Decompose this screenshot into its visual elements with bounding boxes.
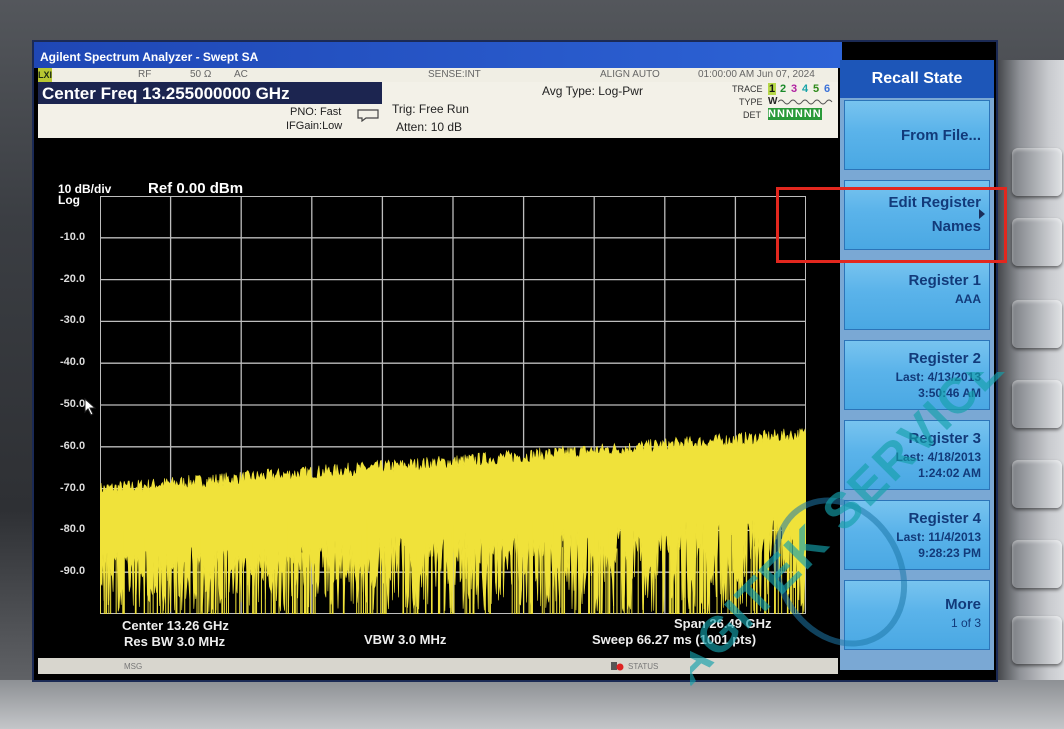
softkey-panel: Recall State From File... Edit Register … (840, 60, 994, 670)
det-value: NNNNNN (768, 108, 822, 120)
sense-label: SENSE:INT (428, 69, 481, 80)
tooltip-icon (357, 109, 379, 122)
pno-label: PNO: Fast (290, 106, 342, 118)
trace-1: 1 (768, 83, 777, 95)
hardware-softkey-4[interactable] (1012, 380, 1062, 428)
trigger-label: Trig: Free Run (392, 102, 469, 116)
window-title: Agilent Spectrum Analyzer - Swept SA (34, 42, 842, 68)
ref-level: Ref 0.00 dBm (148, 180, 244, 197)
highlight-box (776, 187, 1007, 263)
register-date: Last: 4/18/2013 (895, 450, 981, 464)
status-label: STATUS (628, 662, 659, 671)
softkey-register-1[interactable]: Register 1 AAA (844, 260, 990, 330)
spectrum-plot: 10 dB/div Log Ref 0.00 dBm -10.0 -20.0 -30… (38, 138, 838, 660)
register-time: 3:50:46 AM (918, 386, 981, 400)
softkey-more[interactable]: More 1 of 3 (844, 580, 990, 650)
hardware-softkey-2[interactable] (1012, 218, 1062, 266)
center-freq-readout[interactable]: Center Freq 13.255000000 GHz (38, 82, 382, 104)
y-axis-label: -60.0 (60, 439, 86, 452)
res-bw-readout: Res BW 3.0 MHz (124, 634, 226, 649)
lxi-badge: LXI (38, 68, 53, 82)
type-wave-icon (778, 99, 833, 105)
center-readout: Center 13.26 GHz (122, 618, 229, 633)
softkey-register-2[interactable]: Register 2 Last: 4/13/2013 3:50:46 AM (844, 340, 990, 410)
y-axis-label: -30.0 (60, 314, 86, 327)
softkey-label: More (945, 596, 981, 613)
softkey-menu-title: Recall State (840, 60, 994, 98)
register-time: 1:24:02 AM (918, 466, 981, 480)
measurement-header: Center Freq 13.255000000 GHz PNO: Fast I… (38, 82, 838, 138)
hardware-softkey-7[interactable] (1012, 616, 1062, 664)
y-axis-label: -20.0 (60, 272, 86, 285)
y-axis-label: -90.0 (60, 565, 86, 578)
softkey-label: Register 3 (908, 430, 981, 447)
trace-5: 5 (813, 83, 820, 95)
softkey-register-3[interactable]: Register 3 Last: 4/18/2013 1:24:02 AM (844, 420, 990, 490)
register-date: Last: 4/13/2013 (895, 370, 981, 384)
register-time: 9:28:23 PM (918, 546, 981, 560)
hardware-softkey-1[interactable] (1012, 148, 1062, 196)
trace-3: 3 (791, 83, 798, 95)
avg-type-label: Avg Type: Log-Pwr (542, 84, 643, 98)
y-axis-label: -70.0 (60, 481, 86, 494)
trace-2: 2 (780, 83, 787, 95)
message-bar: MSG STATUS (38, 658, 838, 674)
graticule (100, 196, 806, 614)
sweep-readout: Sweep 66.27 ms (1001 pts) (592, 632, 757, 647)
y-axis-label: -80.0 (60, 523, 86, 536)
status-alert-icon (611, 662, 624, 671)
softkey-label: From File... (900, 127, 981, 144)
softkey-label: Register 2 (908, 350, 981, 367)
msg-label: MSG (124, 662, 143, 671)
attenuation-label: Atten: 10 dB (396, 120, 463, 134)
softkey-register-4[interactable]: Register 4 Last: 11/4/2013 9:28:23 PM (844, 500, 990, 570)
type-value: W (768, 96, 778, 107)
type-label: TYPE (739, 97, 763, 107)
register-name: AAA (955, 292, 981, 306)
mouse-pointer-icon (84, 398, 97, 416)
rf-label: RF (138, 69, 152, 80)
page-indicator: 1 of 3 (950, 616, 981, 630)
scale-type: Log (58, 193, 80, 207)
bezel-bottom (0, 680, 1064, 729)
hardware-softkey-5[interactable] (1012, 460, 1062, 508)
y-axis-label: -10.0 (60, 230, 86, 243)
y-axis-label: -40.0 (60, 356, 86, 369)
softkey-label: Register 4 (908, 510, 981, 527)
status-row: LXI RF 50 Ω AC SENSE:INT ALIGN AUTO 01:0… (38, 68, 838, 82)
det-label: DET (743, 110, 761, 120)
ifgain-label: IFGain:Low (286, 120, 343, 132)
trace-label: TRACE (732, 84, 763, 94)
softkey-label: Register 1 (908, 272, 981, 289)
hardware-softkey-6[interactable] (1012, 540, 1062, 588)
impedance-label: 50 Ω (190, 69, 212, 80)
coupling-label: AC (234, 69, 248, 80)
span-readout: Span 26.49 GHz (674, 616, 772, 631)
trace-6: 6 (824, 83, 831, 95)
hardware-softkey-3[interactable] (1012, 300, 1062, 348)
y-axis-label: -50.0 (60, 398, 86, 410)
register-date: Last: 11/4/2013 (896, 530, 981, 544)
trace-info: TRACE TYPE DET 1 2 3 4 5 6 W NNNNNN (728, 82, 838, 124)
softkey-from-file[interactable]: From File... (844, 100, 990, 170)
trace-4: 4 (802, 83, 809, 95)
vbw-readout: VBW 3.0 MHz (364, 632, 447, 647)
datetime-label: 01:00:00 AM Jun 07, 2024 (698, 69, 815, 80)
analyzer-screen: Agilent Spectrum Analyzer - Swept SA LXI… (32, 40, 998, 682)
align-label: ALIGN AUTO (600, 69, 660, 80)
